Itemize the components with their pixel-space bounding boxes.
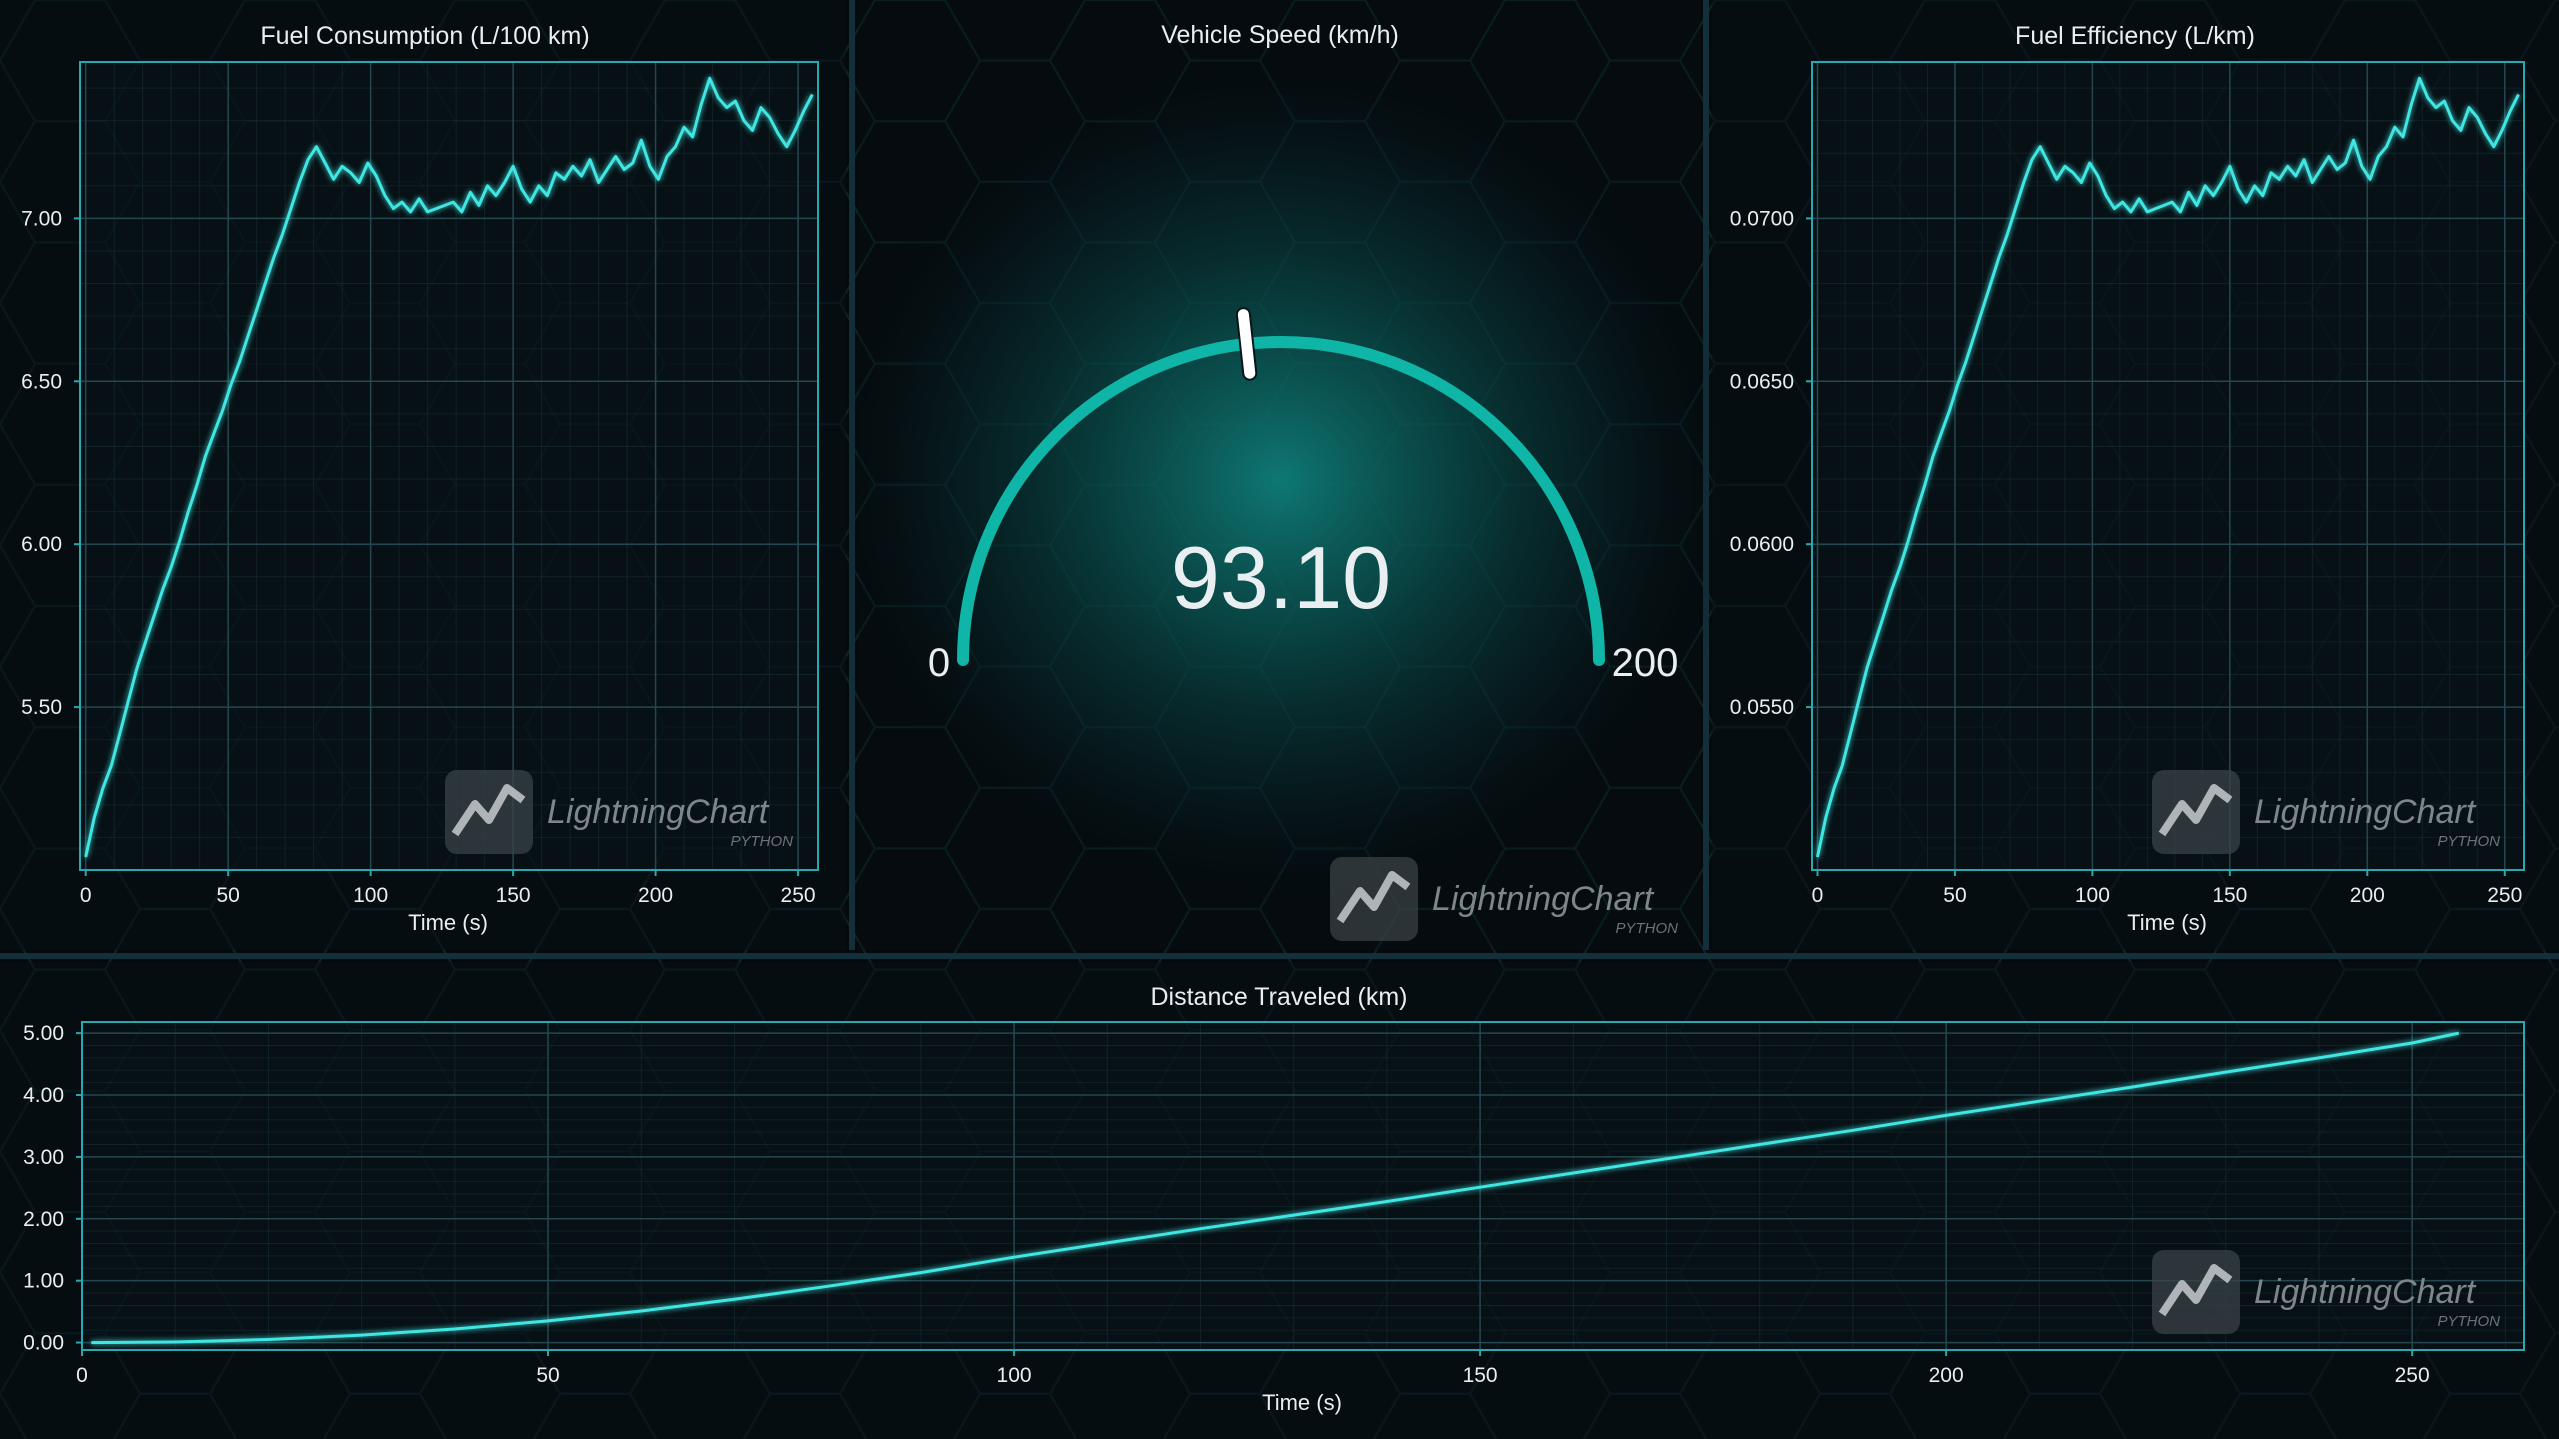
plot-fuel-efficiency: 0 50 100 150 200 250 0.0550 0.0600 0.0650 0.0700: [1730, 61, 2525, 907]
plot-distance-traveled: 0 50 100 150 200 250 0.00 1.00 2.00 3.00 4.00 5.00: [23, 1021, 2525, 1387]
chart-title-vehicle-speed: Vehicle Speed (km/h): [1161, 21, 1399, 49]
plot-area-fuel-consumption: [80, 62, 818, 870]
gauge-glow: [810, 40, 1750, 920]
x-tick-label: 250: [2487, 884, 2522, 907]
watermark-sub: PYTHON: [2437, 833, 2500, 850]
y-tick-label: 2.00: [23, 1208, 64, 1231]
x-tick-label: 250: [781, 884, 816, 907]
y-tick-label: 0.00: [23, 1332, 64, 1355]
x-tick-label: 200: [2350, 884, 2385, 907]
x-axis-title-distance-traveled: Time (s): [1262, 1390, 1342, 1415]
x-axis-title-fuel-efficiency: Time (s): [2127, 910, 2207, 935]
y-tick-label: 6.50: [21, 370, 62, 393]
dashboard: Fuel Consumption (L/100 km) Vehicle Spee…: [0, 0, 2559, 1439]
y-tick-label: 5.00: [23, 1022, 64, 1045]
x-tick-label: 100: [997, 1364, 1032, 1387]
y-tick-label: 4.00: [23, 1084, 64, 1107]
y-tick-label: 3.00: [23, 1146, 64, 1169]
x-tick-label: 200: [638, 884, 673, 907]
y-tick-label: 0.0600: [1730, 533, 1794, 556]
watermark-brand: LightningChart: [2254, 1273, 2477, 1311]
chart-title-distance-traveled: Distance Traveled (km): [1150, 983, 1407, 1011]
plot-area-fuel-efficiency: [1812, 62, 2524, 870]
x-tick-label: 200: [1929, 1364, 1964, 1387]
x-tick-label: 150: [2212, 884, 2247, 907]
chart-title-fuel-efficiency: Fuel Efficiency (L/km): [2015, 22, 2255, 50]
watermark-sub: PYTHON: [730, 833, 793, 850]
gauge-value: 93.10: [1171, 528, 1391, 627]
watermark-sub: PYTHON: [1615, 920, 1678, 937]
watermark-brand: LightningChart: [2254, 793, 2477, 831]
y-tick-label: 1.00: [23, 1270, 64, 1293]
x-tick-label: 150: [496, 884, 531, 907]
x-tick-label: 50: [216, 884, 239, 907]
x-tick-label: 0: [80, 884, 92, 907]
y-tick-label: 6.00: [21, 533, 62, 556]
x-tick-label: 100: [2075, 884, 2110, 907]
watermark-brand: LightningChart: [547, 793, 770, 831]
gauge-min-label: 0: [928, 641, 950, 685]
chart-title-fuel-consumption: Fuel Consumption (L/100 km): [260, 22, 589, 50]
x-tick-label: 0: [76, 1364, 88, 1387]
plot-fuel-consumption: 0 50 100 150 200 250 5.50 6.00 6.50 7.00: [21, 61, 819, 907]
x-tick-label: 50: [1943, 884, 1966, 907]
x-tick-label: 50: [536, 1364, 559, 1387]
y-tick-label: 0.0550: [1730, 696, 1794, 719]
y-tick-label: 0.0700: [1730, 207, 1794, 230]
x-tick-label: 150: [1463, 1364, 1498, 1387]
gauge-max-label: 200: [1612, 641, 1679, 685]
x-tick-label: 100: [353, 884, 388, 907]
y-tick-label: 0.0650: [1730, 370, 1794, 393]
x-tick-label: 250: [2395, 1364, 2430, 1387]
watermark-brand: LightningChart: [1432, 880, 1655, 918]
watermark-sub: PYTHON: [2437, 1313, 2500, 1330]
x-tick-label: 0: [1812, 884, 1824, 907]
y-tick-label: 7.00: [21, 207, 62, 230]
x-axis-title-fuel-consumption: Time (s): [408, 910, 488, 935]
y-tick-label: 5.50: [21, 696, 62, 719]
